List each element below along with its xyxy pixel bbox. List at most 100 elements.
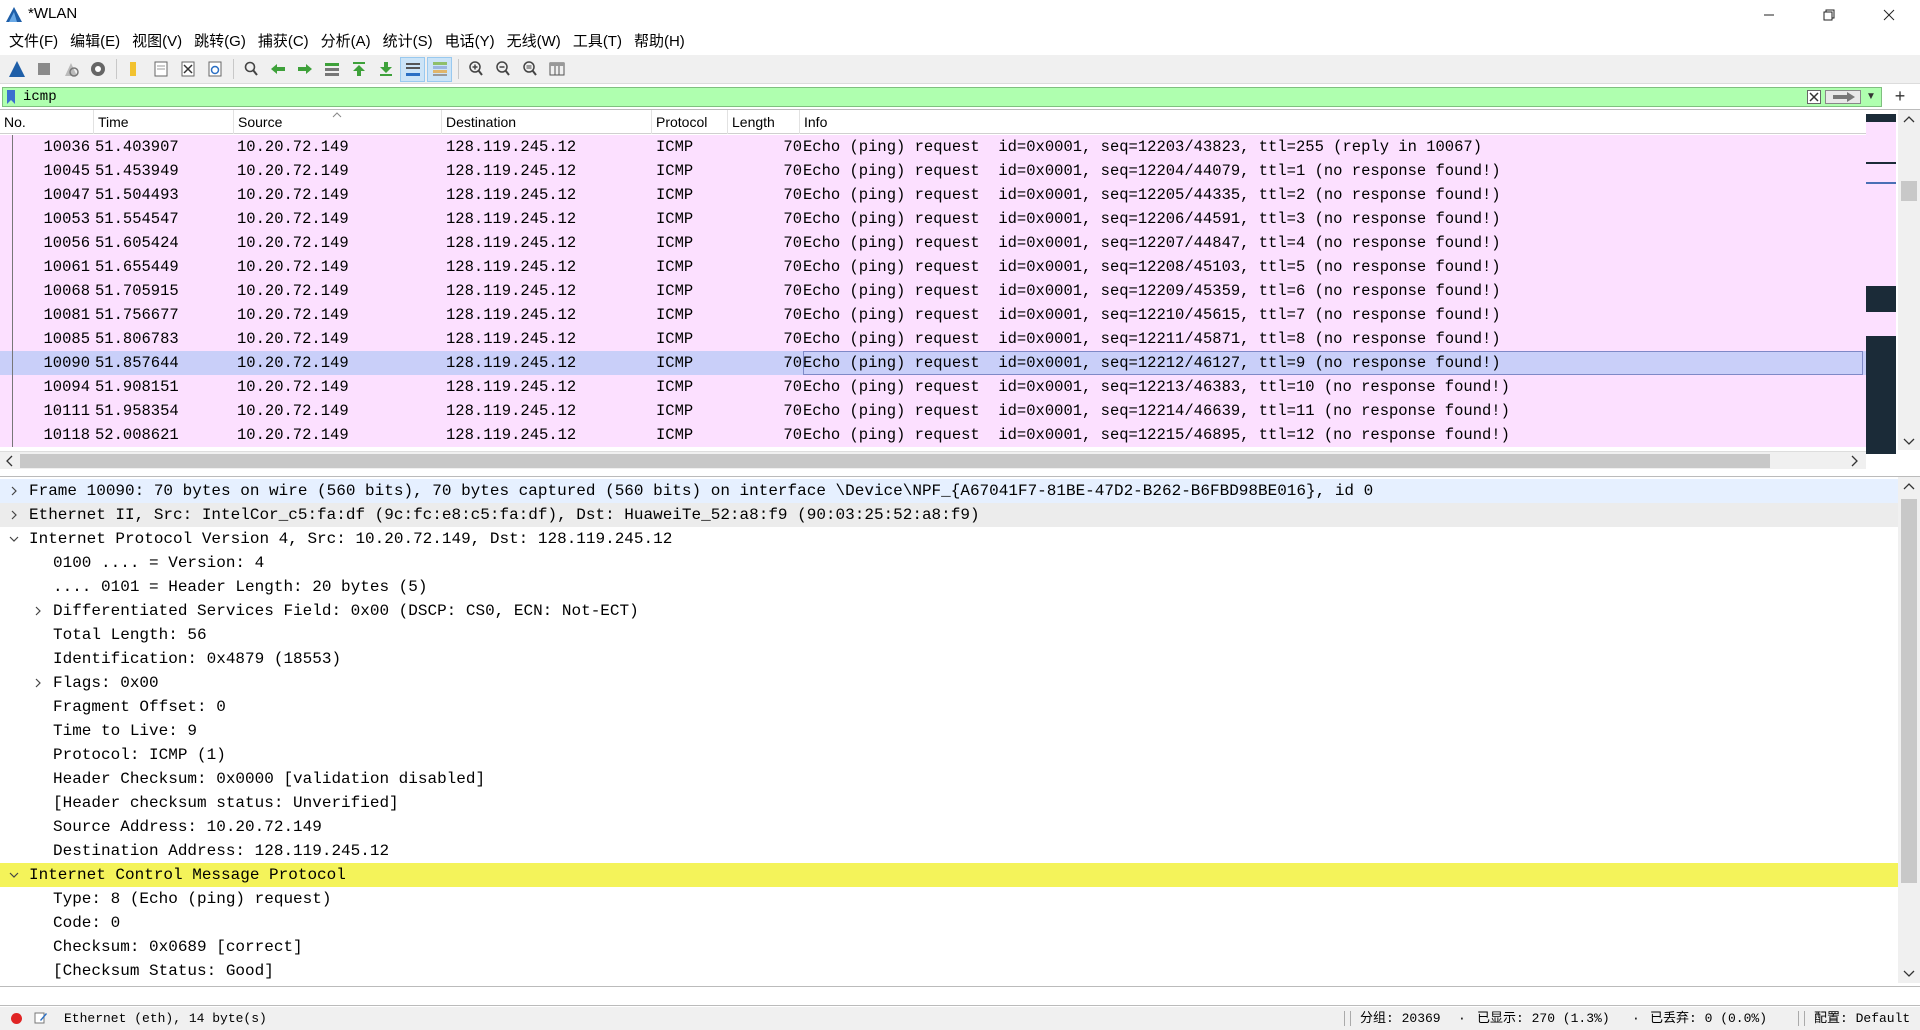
- detail-tree-item[interactable]: Internet Control Message Protocol: [0, 863, 1898, 887]
- packet-minimap[interactable]: [1866, 114, 1896, 454]
- restore-button[interactable]: [1800, 0, 1858, 29]
- packet-row[interactable]: 10068 51.705915 10.20.72.149 128.119.245.12…: [0, 279, 1866, 303]
- packet-no: 10118: [43, 426, 90, 444]
- column-header-time[interactable]: Time: [94, 110, 234, 134]
- packet-list-horizontal-scrollbar[interactable]: [0, 451, 1866, 469]
- packet-row[interactable]: 10053 51.554547 10.20.72.149 128.119.245.12…: [0, 207, 1866, 231]
- packet-destination: 128.119.245.12: [446, 186, 577, 204]
- packet-row[interactable]: 10047 51.504493 10.20.72.149 128.119.245.12…: [0, 183, 1866, 207]
- menu-help[interactable]: 帮助(H): [628, 30, 691, 54]
- chevron-right-icon[interactable]: [31, 671, 45, 695]
- detail-tree-item[interactable]: [Header checksum status: Unverified]: [0, 791, 1898, 815]
- detail-tree-item[interactable]: Checksum: 0x0689 [correct]: [0, 935, 1898, 959]
- edit-comment-icon[interactable]: [34, 1011, 48, 1025]
- packet-list-vertical-scrollbar[interactable]: [1898, 110, 1920, 450]
- menu-tools[interactable]: 工具(T): [567, 30, 628, 54]
- detail-tree-item[interactable]: Ethernet II, Src: IntelCor_c5:fa:df (9c:…: [0, 503, 1898, 527]
- detail-tree-item[interactable]: Type: 8 (Echo (ping) request): [0, 887, 1898, 911]
- go-back-icon: [270, 64, 285, 74]
- packet-row[interactable]: 10061 51.655449 10.20.72.149 128.119.245.12…: [0, 255, 1866, 279]
- column-header-protocol[interactable]: Protocol: [652, 110, 728, 134]
- start-capture-button[interactable]: [4, 57, 29, 82]
- autoscroll-button[interactable]: [400, 56, 425, 82]
- packet-row[interactable]: 10081 51.756677 10.20.72.149 128.119.245.12…: [0, 303, 1866, 327]
- go-to-packet-button[interactable]: [319, 57, 344, 82]
- menu-telephony[interactable]: 电话(Y): [439, 30, 501, 54]
- chevron-down-icon[interactable]: [7, 527, 21, 551]
- status-profile[interactable]: 配置: Default: [1814, 1007, 1910, 1030]
- detail-tree-item[interactable]: Flags: 0x00: [0, 671, 1898, 695]
- menu-capture[interactable]: 捕获(C): [252, 30, 315, 54]
- detail-tree-item[interactable]: .... 0101 = Header Length: 20 bytes (5): [0, 575, 1898, 599]
- packet-row[interactable]: 10056 51.605424 10.20.72.149 128.119.245.12…: [0, 231, 1866, 255]
- restart-capture-button[interactable]: [58, 57, 83, 82]
- normal-size-button[interactable]: [517, 57, 542, 82]
- go-back-button[interactable]: [265, 57, 290, 82]
- menu-statistics[interactable]: 统计(S): [377, 30, 439, 54]
- detail-tree-item[interactable]: Internet Protocol Version 4, Src: 10.20.…: [0, 527, 1898, 551]
- packet-row[interactable]: 10090 51.857644 10.20.72.149 128.119.245.12…: [0, 351, 1866, 375]
- apply-filter-arrow-icon[interactable]: [1825, 90, 1861, 104]
- packet-row[interactable]: 10085 51.806783 10.20.72.149 128.119.245.12…: [0, 327, 1866, 351]
- reload-file-button[interactable]: [202, 57, 227, 82]
- display-filter-input[interactable]: [23, 88, 1803, 106]
- zoom-out-button[interactable]: [490, 57, 515, 82]
- menu-file[interactable]: 文件(F): [3, 30, 64, 54]
- capture-options-button[interactable]: [85, 57, 110, 82]
- chevron-down-icon[interactable]: ▼: [1864, 90, 1878, 104]
- chevron-right-icon[interactable]: [7, 479, 21, 503]
- open-file-button[interactable]: [121, 57, 146, 82]
- detail-tree-item[interactable]: Frame 10090: 70 bytes on wire (560 bits)…: [0, 479, 1898, 503]
- menu-edit[interactable]: 编辑(E): [64, 30, 126, 54]
- chevron-down-icon[interactable]: [7, 863, 21, 887]
- detail-tree-item[interactable]: Time to Live: 9: [0, 719, 1898, 743]
- last-packet-icon: [379, 62, 392, 76]
- detail-tree-item[interactable]: Protocol: ICMP (1): [0, 743, 1898, 767]
- close-file-button[interactable]: [175, 57, 200, 82]
- menu-go[interactable]: 跳转(G): [188, 30, 252, 54]
- detail-tree-item[interactable]: Total Length: 56: [0, 623, 1898, 647]
- packet-row[interactable]: 10111 51.958354 10.20.72.149 128.119.245.12…: [0, 399, 1866, 423]
- packet-row[interactable]: 10045 51.453949 10.20.72.149 128.119.245.12…: [0, 159, 1866, 183]
- first-packet-button[interactable]: [346, 57, 371, 82]
- main-toolbar: [0, 55, 1920, 84]
- resize-columns-button[interactable]: [544, 57, 569, 82]
- minimize-button[interactable]: [1740, 0, 1798, 29]
- stop-capture-button[interactable]: [31, 57, 56, 82]
- detail-tree-item[interactable]: [Checksum Status: Good]: [0, 959, 1898, 983]
- detail-tree-item[interactable]: Identification: 0x4879 (18553): [0, 647, 1898, 671]
- bookmark-icon[interactable]: [6, 90, 16, 104]
- detail-tree-item[interactable]: Code: 0: [0, 911, 1898, 935]
- packet-row[interactable]: 10094 51.908151 10.20.72.149 128.119.245.12…: [0, 375, 1866, 399]
- detail-tree-item[interactable]: Fragment Offset: 0: [0, 695, 1898, 719]
- detail-tree-item[interactable]: Header Checksum: 0x0000 [validation disa…: [0, 767, 1898, 791]
- expert-info-red-dot-icon[interactable]: [10, 1012, 23, 1025]
- details-vertical-scrollbar[interactable]: [1898, 477, 1920, 983]
- column-header-destination[interactable]: Destination: [442, 110, 652, 134]
- packet-length: 70: [783, 402, 802, 420]
- column-header-no[interactable]: No.: [0, 110, 94, 134]
- chevron-right-icon[interactable]: [31, 599, 45, 623]
- menu-analyze[interactable]: 分析(A): [315, 30, 377, 54]
- zoom-in-button[interactable]: [463, 57, 488, 82]
- close-button[interactable]: [1860, 0, 1918, 29]
- packet-row[interactable]: 10036 51.403907 10.20.72.149 128.119.245.12…: [0, 135, 1866, 159]
- colorize-button[interactable]: [427, 56, 452, 82]
- clear-filter-icon[interactable]: [1807, 90, 1821, 104]
- chevron-right-icon[interactable]: [7, 503, 21, 527]
- save-file-button[interactable]: [148, 57, 173, 82]
- add-filter-button[interactable]: +: [1888, 86, 1912, 107]
- detail-tree-item[interactable]: Source Address: 10.20.72.149: [0, 815, 1898, 839]
- column-header-length[interactable]: Length: [728, 110, 800, 134]
- packet-bytes-pane[interactable]: [0, 986, 1920, 1006]
- find-packet-button[interactable]: [238, 57, 263, 82]
- detail-tree-item[interactable]: 0100 .... = Version: 4: [0, 551, 1898, 575]
- menu-view[interactable]: 视图(V): [126, 30, 188, 54]
- go-forward-button[interactable]: [292, 57, 317, 82]
- menu-wireless[interactable]: 无线(W): [501, 30, 567, 54]
- detail-tree-item[interactable]: Destination Address: 128.119.245.12: [0, 839, 1898, 863]
- last-packet-button[interactable]: [373, 57, 398, 82]
- column-header-info[interactable]: Info: [800, 110, 1866, 134]
- packet-row[interactable]: 10118 52.008621 10.20.72.149 128.119.245.12…: [0, 423, 1866, 447]
- detail-tree-item[interactable]: Differentiated Services Field: 0x00 (DSC…: [0, 599, 1898, 623]
